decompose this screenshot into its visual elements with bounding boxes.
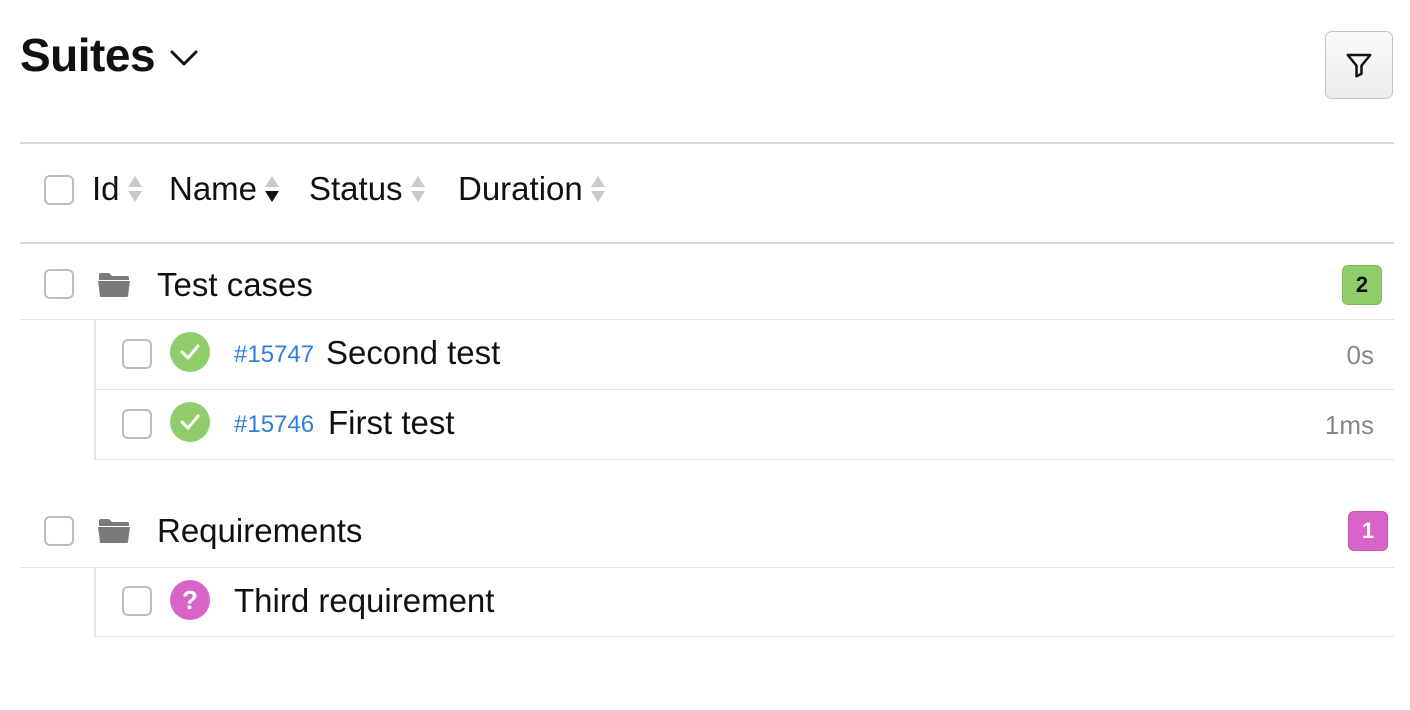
count-badge: 2: [1342, 265, 1382, 305]
column-header-status[interactable]: Status: [309, 170, 425, 208]
count-badge: 1: [1348, 511, 1388, 551]
passed-check-icon: [170, 402, 210, 442]
suites-panel: Suites Id Name Status Duration Test case: [0, 0, 1410, 710]
sort-arrows-icon: [127, 176, 142, 202]
page-title: Suites: [20, 29, 156, 81]
sort-arrows-icon: [590, 176, 605, 202]
column-header-id[interactable]: Id: [92, 170, 142, 208]
filter-button[interactable]: [1325, 31, 1393, 99]
test-name[interactable]: First test: [328, 404, 455, 442]
select-all-checkbox[interactable]: [44, 175, 74, 205]
column-label: Status: [309, 170, 403, 207]
divider: [96, 459, 1394, 460]
sort-arrows-icon: [410, 176, 425, 202]
folder-icon: [98, 273, 130, 297]
divider: [20, 142, 1394, 144]
divider: [96, 636, 1394, 637]
panel-header: Suites: [20, 28, 199, 82]
chevron-down-icon[interactable]: [169, 48, 199, 68]
column-label: Id: [92, 170, 120, 207]
item-checkbox[interactable]: [122, 409, 152, 439]
group-checkbox[interactable]: [44, 516, 74, 546]
test-name[interactable]: Third requirement: [234, 582, 494, 620]
filter-icon: [1346, 53, 1372, 78]
duration-value: 1ms: [1324, 410, 1374, 440]
item-checkbox[interactable]: [122, 339, 152, 369]
tree-indent-line: [94, 567, 96, 637]
item-checkbox[interactable]: [122, 586, 152, 616]
group-checkbox[interactable]: [44, 269, 74, 299]
column-header-duration[interactable]: Duration: [458, 170, 605, 208]
sort-arrows-icon: [265, 176, 280, 202]
column-header-name[interactable]: Name: [169, 170, 280, 208]
group-label: Test cases: [157, 266, 313, 303]
divider: [20, 242, 1394, 244]
divider: [20, 319, 1394, 320]
group-label: Requirements: [157, 512, 363, 549]
question-mark-icon: ?: [170, 580, 210, 620]
divider: [96, 389, 1394, 390]
duration-value: 0s: [1346, 340, 1374, 370]
test-id-link[interactable]: #15746: [234, 411, 314, 439]
passed-check-icon: [170, 332, 210, 372]
test-name[interactable]: Second test: [326, 334, 500, 372]
test-id-link[interactable]: #15747: [234, 341, 314, 369]
column-label: Duration: [458, 170, 583, 207]
divider: [20, 567, 1394, 568]
column-label: Name: [169, 170, 258, 207]
folder-icon: [98, 519, 130, 543]
